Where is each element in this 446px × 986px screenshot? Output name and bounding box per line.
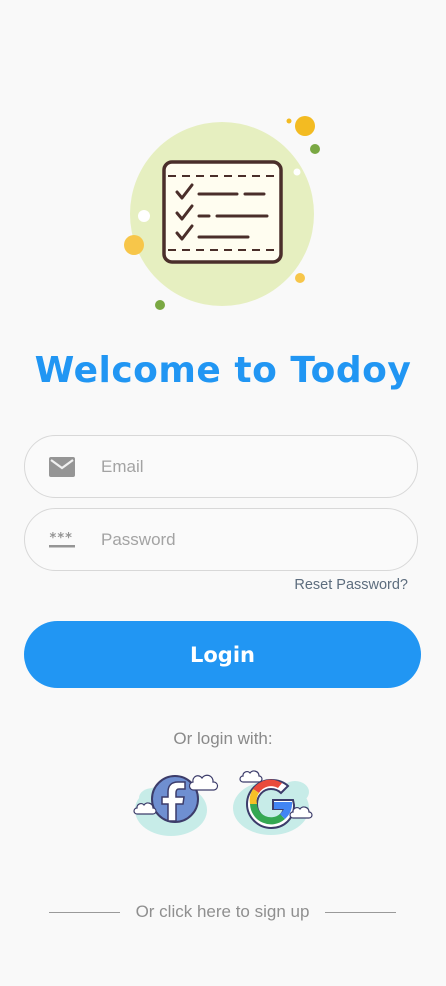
email-input[interactable] <box>99 436 397 497</box>
page-title: Welcome to Todoy <box>34 350 412 391</box>
divider-right <box>325 912 396 913</box>
app-logo-icon <box>124 116 320 310</box>
password-field-container[interactable]: *** <box>24 508 418 571</box>
password-icon: *** <box>49 531 75 547</box>
mail-icon <box>49 456 75 477</box>
svg-text:***: *** <box>49 531 73 546</box>
facebook-icon[interactable] <box>131 762 221 840</box>
reset-password-link[interactable]: Reset Password? <box>294 577 408 593</box>
email-field-container[interactable] <box>24 435 418 498</box>
signup-row: Or click here to sign up <box>49 902 396 924</box>
login-button[interactable]: Login <box>24 621 421 688</box>
password-input[interactable] <box>99 509 397 570</box>
social-login-label: Or login with: <box>173 729 273 748</box>
google-icon[interactable] <box>229 762 319 840</box>
